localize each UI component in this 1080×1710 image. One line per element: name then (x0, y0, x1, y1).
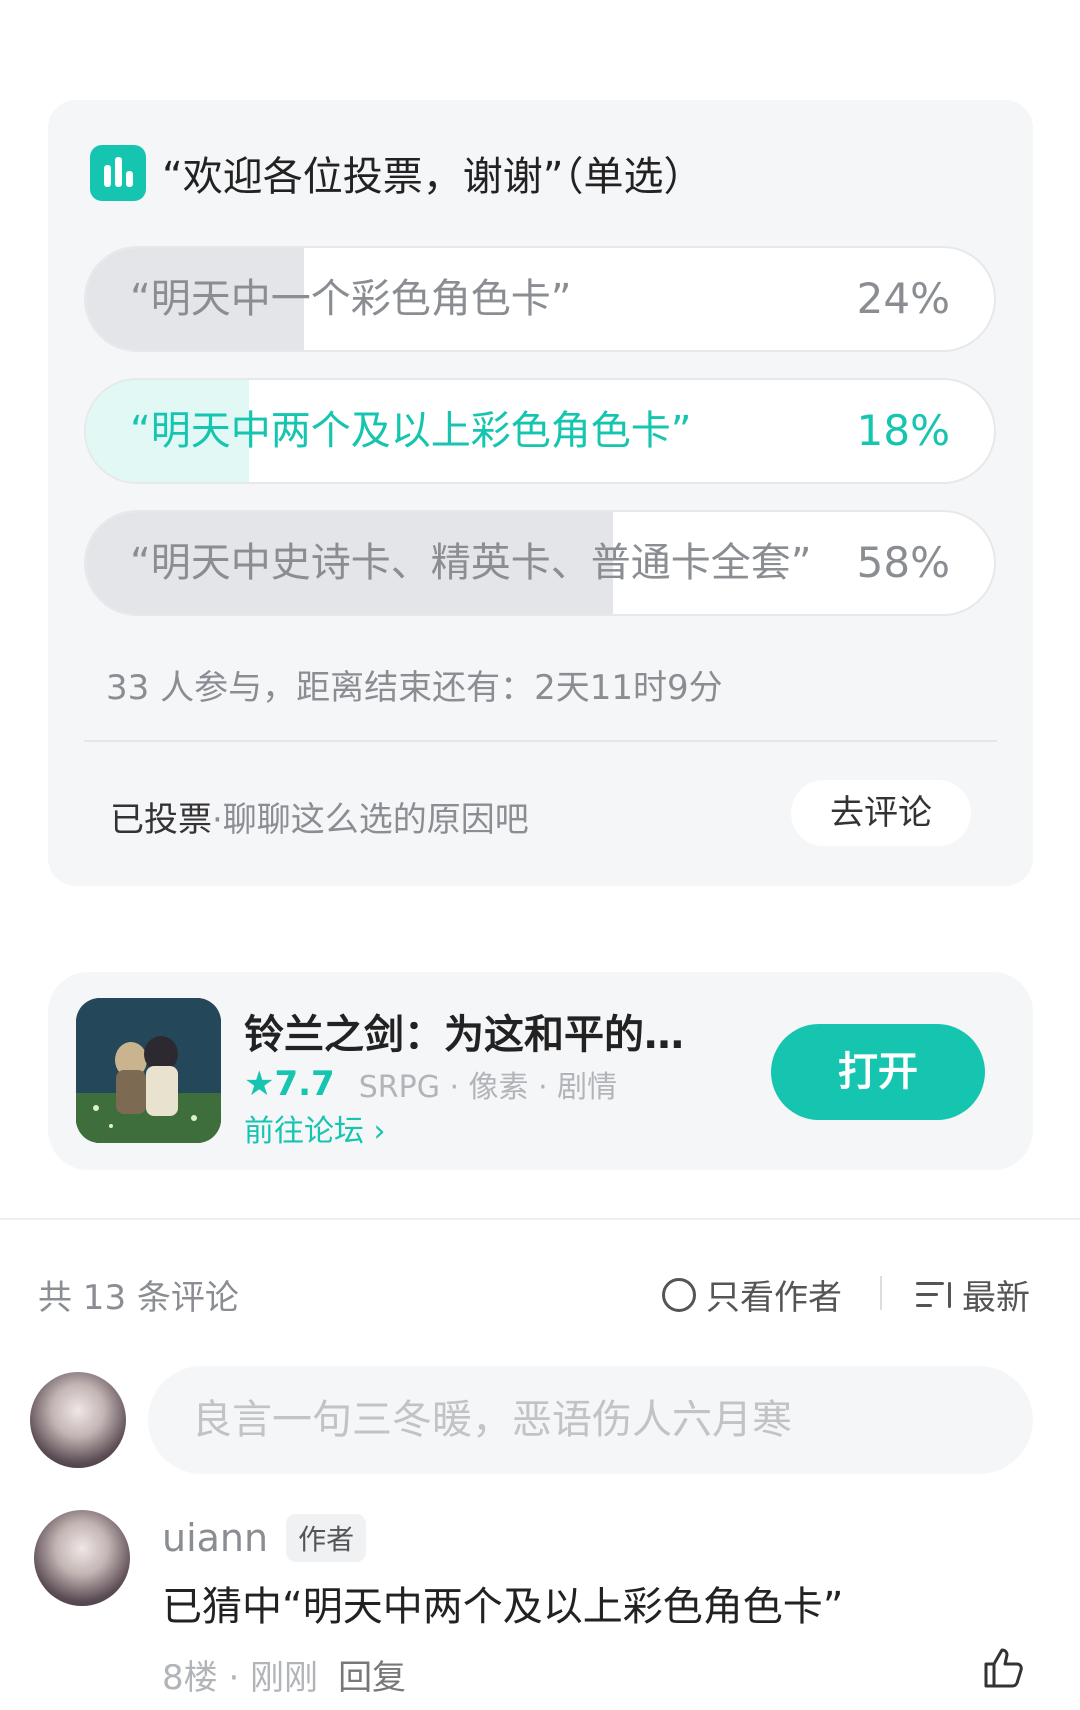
poll-option-label: “明天中一个彩色角色卡” (130, 276, 572, 322)
comment-username-row: uiann 作者 (162, 1514, 367, 1562)
go-comment-button[interactable]: 去评论 (791, 780, 971, 846)
voted-label: 已投票 (110, 800, 212, 840)
radio-circle-icon[interactable] (662, 1277, 696, 1312)
divider (880, 1276, 882, 1310)
app-name[interactable]: 铃兰之剑：为这和平的… (244, 1002, 684, 1060)
app-card[interactable]: 铃兰之剑：为这和平的… ★7.7 SRPG · 像素 · 剧情 前往论坛 › 打… (48, 972, 1033, 1170)
author-only-toggle[interactable]: 只看作者 (662, 1270, 842, 1319)
comment-input[interactable] (148, 1366, 1033, 1474)
poll-option[interactable]: “明天中史诗卡、精英卡、普通卡全套” 58% (84, 510, 996, 616)
section-divider (0, 1218, 1080, 1220)
sort-label: 最新 (962, 1278, 1030, 1318)
forum-link[interactable]: 前往论坛 › (244, 1106, 386, 1150)
voted-prompt: ·聊聊这么选的原因吧 (212, 800, 529, 840)
app-rating: ★7.7 (244, 1064, 335, 1104)
poll-chart-icon (90, 145, 146, 201)
avatar[interactable] (34, 1510, 130, 1606)
sort-toggle[interactable]: 最新 (916, 1270, 1030, 1319)
app-meta: ★7.7 SRPG · 像素 · 剧情 (244, 1062, 617, 1106)
comment-username[interactable]: uiann (162, 1516, 268, 1560)
poll-option-percent: 18% (856, 406, 950, 455)
comment-text: 已猜中“明天中两个及以上彩色角色卡” (162, 1584, 844, 1630)
open-app-button[interactable]: 打开 (771, 1024, 985, 1120)
app-tags: SRPG · 像素 · 剧情 (358, 1070, 618, 1105)
app-icon[interactable] (76, 998, 221, 1143)
poll-option-label: “明天中史诗卡、精英卡、普通卡全套” (130, 540, 812, 586)
poll-option-percent: 58% (856, 538, 950, 587)
poll-option[interactable]: “明天中一个彩色角色卡” 24% (84, 246, 996, 352)
poll-header: “欢迎各位投票，谢谢”（单选） (90, 144, 703, 202)
reply-button[interactable]: 回复 (338, 1650, 406, 1699)
poll-option[interactable]: “明天中两个及以上彩色角色卡” 18% (84, 378, 996, 484)
poll-card: “欢迎各位投票，谢谢”（单选） “明天中一个彩色角色卡” 24% “明天中两个及… (48, 100, 1033, 886)
divider (84, 740, 997, 742)
sort-icon (916, 1280, 952, 1310)
poll-option-percent: 24% (856, 274, 950, 323)
comment-floor-time: 8楼 · 刚刚 (162, 1658, 319, 1698)
poll-option-label: “明天中两个及以上彩色角色卡” (130, 408, 692, 454)
like-icon[interactable] (980, 1644, 1028, 1692)
author-only-label: 只看作者 (706, 1278, 842, 1318)
comments-count: 共 13 条评论 (38, 1278, 239, 1318)
voted-status: 已投票·聊聊这么选的原因吧 (110, 792, 529, 841)
author-badge: 作者 (286, 1514, 367, 1562)
avatar[interactable] (30, 1372, 126, 1468)
comment-footer: 8楼 · 刚刚 回复 (162, 1650, 406, 1699)
poll-participants-deadline: 33 人参与，距离结束还有：2天11时9分 (106, 668, 723, 708)
poll-title: “欢迎各位投票，谢谢”（单选） (162, 154, 704, 200)
